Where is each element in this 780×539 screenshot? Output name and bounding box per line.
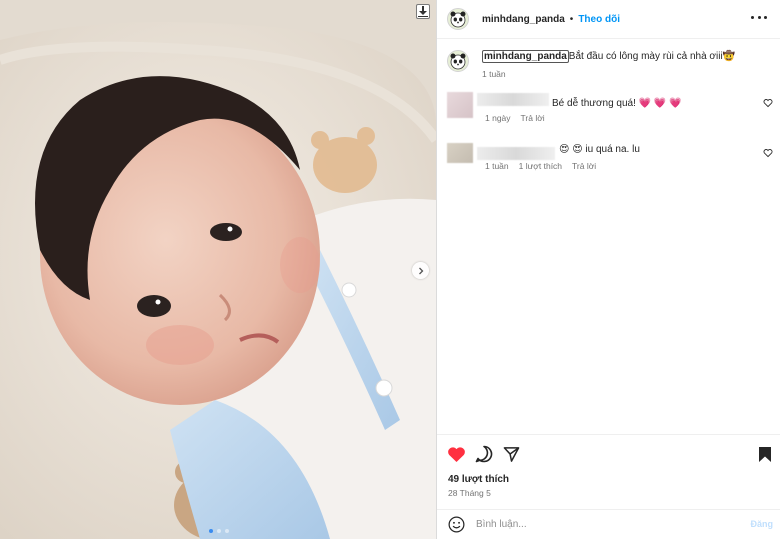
emoji-icon[interactable] [447,516,465,534]
heart-outline-icon[interactable] [763,98,773,108]
post-caption: minhdang_panda Bắt đầu có lông mày rùi cả… [447,50,767,79]
caption-text: Bắt đầu có lông mày rùi cả nhà ơiii🤠 [568,51,736,62]
reply-link[interactable]: Trả lời [572,161,596,171]
reply-link[interactable]: Trả lời [521,113,545,123]
heart-filled-icon[interactable] [446,444,466,464]
post-viewer: minhdang_panda • Theo dõi minhdang_panda… [0,0,780,539]
comment-meta: 1 tuần 1 lượt thích Trả lời [485,161,606,171]
panda-avatar-icon [450,53,466,70]
panda-avatar-icon [450,11,466,28]
bookmark-filled-icon[interactable] [755,444,775,464]
comment-meta: 1 ngày Trả lời [485,113,555,123]
comment-icon[interactable] [474,444,494,464]
header-separator: • [569,13,574,25]
caption-timestamp[interactable]: 1 tuần [482,69,735,79]
post-photo[interactable] [0,0,436,539]
carousel-dot [217,529,221,533]
post-header: minhdang_panda • Theo dõi [437,0,780,39]
avatar[interactable] [447,143,473,163]
more-options-icon[interactable] [751,12,767,22]
caption-username[interactable]: minhdang_panda [482,50,569,63]
avatar[interactable] [447,50,469,72]
header-username[interactable]: minhdang_panda [482,14,565,25]
post-comment-button[interactable]: Đăng [751,519,774,529]
follow-button[interactable]: Theo dõi [578,14,620,25]
heart-outline-icon[interactable] [763,148,773,158]
carousel-dot [225,529,229,533]
likes-count[interactable]: 49 lượt thích [448,474,509,485]
chevron-right-icon[interactable] [412,262,429,279]
avatar[interactable] [447,8,469,30]
list-item: Bé dễ thương quá! 💗 💗 💗 1 ngày Trả lời [447,92,777,126]
comment-text: Bé dễ thương quá! 💗 💗 💗 [552,98,682,109]
carousel-dot [209,529,213,533]
share-icon[interactable] [501,444,521,464]
action-bar [437,434,780,472]
comment-timestamp[interactable]: 1 ngày [485,113,511,123]
post-date: 28 Tháng 5 [448,488,491,498]
comment-timestamp[interactable]: 1 tuần [485,161,509,171]
comment-input[interactable] [476,519,726,530]
list-item: 😍 😍 iu quá na. lu 1 tuần 1 lượt thích Trả … [447,139,777,173]
avatar[interactable] [447,92,473,118]
carousel-indicator [209,529,229,533]
comment-composer: Đăng [437,509,780,539]
comment-username-blurred[interactable] [477,93,549,106]
baby-photo-illustration [0,0,436,539]
comment-username-blurred[interactable] [477,147,555,160]
comment-text: 😍 😍 iu quá na. lu [559,144,640,155]
post-side-panel: minhdang_panda • Theo dõi minhdang_panda… [436,0,780,539]
download-icon[interactable] [416,4,430,19]
comment-likes[interactable]: 1 lượt thích [519,161,562,171]
